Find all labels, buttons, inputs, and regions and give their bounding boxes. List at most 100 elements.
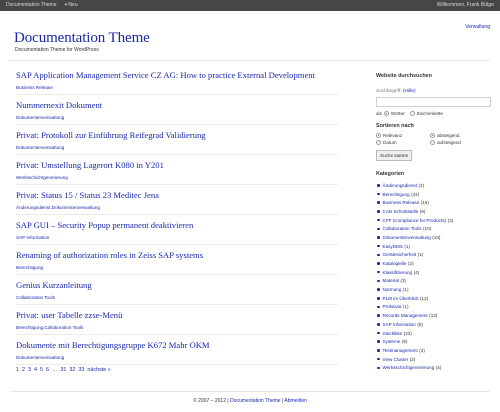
sort-desc-option: absteigend (430, 133, 484, 138)
post-divider (16, 334, 338, 335)
sort-desc-radio[interactable] (430, 133, 435, 138)
phrase-radio[interactable] (409, 111, 415, 116)
bullet-icon (377, 297, 380, 300)
post-category-link[interactable]: Werksschichtgenerierung (16, 175, 346, 180)
category-link[interactable]: Systeme (383, 339, 401, 344)
sort-date-radio[interactable] (376, 140, 381, 145)
post-category-link[interactable]: Berechtigung,Collaboration Tools (16, 325, 346, 330)
post-category-link[interactable]: Berechtigung (16, 265, 346, 270)
post-item: SAP Application Management Service CZ AG… (16, 70, 346, 100)
category-link[interactable]: Klassifizierung (383, 270, 413, 275)
category-item: Business Release (15) (376, 198, 494, 207)
sort-options: Relevanz absteigend Datum aufsteigend (376, 133, 494, 145)
category-link[interactable]: CFF (Compliance for Products) (383, 218, 447, 223)
post-item: Privat: Protokoll zur Einführung Reifegr… (16, 130, 346, 160)
category-link[interactable]: PLM im Überblick (383, 296, 419, 301)
post-category-link[interactable]: Dokumentenverwaltung (16, 115, 346, 120)
post-title-link[interactable]: SAP Application Management Service CZ AG… (16, 70, 346, 81)
sort-relevance-radio[interactable] (376, 133, 381, 138)
pagination-page-link[interactable]: 31 (60, 367, 66, 373)
category-item: Records Management (13) (376, 311, 494, 320)
bullet-icon (377, 331, 380, 335)
bullet-icon (377, 236, 380, 239)
category-item: Gerätesicherheit (1) (376, 251, 494, 260)
bullet-icon (377, 279, 380, 283)
search-submit-button[interactable]: Suche starten (376, 150, 413, 161)
post-list: SAP Application Management Service CZ AG… (16, 70, 346, 370)
post-category-link[interactable]: Änderungsdienst,Dokumentenverwaltung (16, 205, 346, 210)
post-category-link[interactable]: Collaboration Tools (16, 295, 346, 300)
post-item: Dokumente mit Berechtigungsgruppe K672 M… (16, 340, 346, 370)
category-link[interactable]: SAP Information (383, 322, 416, 327)
post-title-link[interactable]: Privat: Status 15 / Status 23 Meditec Je… (16, 190, 346, 201)
header-divider (10, 60, 490, 61)
footer-logout-link[interactable]: Abmelden (284, 398, 307, 404)
category-link[interactable]: Records Management (383, 313, 428, 318)
post-title-link[interactable]: Privat: Umstellung Lagerort K080 in Y201 (16, 160, 346, 171)
category-link[interactable]: Katalogteile (383, 261, 407, 266)
category-item: CAD Schnittstelle (9) (376, 207, 494, 216)
pagination-next-link[interactable]: nächste » (87, 367, 110, 373)
search-input[interactable] (376, 97, 491, 107)
search-heading: Website durchsuchen (376, 73, 432, 79)
post-title-link[interactable]: Privat: Protokoll zur Einführung Reifegr… (16, 130, 346, 141)
post-title-link[interactable]: Dokumente mit Berechtigungsgruppe K672 M… (16, 340, 346, 351)
category-item: Berechtigung (34) (376, 190, 494, 199)
words-radio[interactable] (383, 111, 389, 116)
pagination-page-link[interactable]: 6 (46, 367, 49, 373)
post-title-link[interactable]: Privat: user Tabelle zzse-Menü (16, 310, 346, 321)
category-link[interactable]: View Cluster (383, 357, 409, 362)
category-count: (4) (435, 365, 442, 371)
post-title-link[interactable]: Genius Kurzanleitung (16, 280, 346, 291)
plus-icon: + (64, 2, 68, 8)
nav-link-verwaltung[interactable]: Verwaltung (465, 24, 490, 30)
pagination-current: 1 (16, 367, 19, 373)
pagination-page-link[interactable]: 2 (22, 367, 25, 373)
category-link[interactable]: Collaboration Tools (383, 226, 422, 231)
pagination-page-link[interactable]: 3 (28, 367, 31, 373)
category-item: Stückliste (22) (376, 329, 494, 338)
bullet-icon (377, 349, 380, 352)
admin-bar-account[interactable]: Willkommen, Frank Bütge (437, 2, 494, 8)
post-category-link[interactable]: SAP Information (16, 235, 346, 240)
category-link[interactable]: CAD Schnittstelle (383, 209, 419, 214)
category-link[interactable]: Material (383, 278, 399, 283)
admin-bar-new-link[interactable]: +Neu (65, 2, 78, 8)
category-link[interactable]: Stückliste (383, 331, 403, 336)
admin-bar-site-link[interactable]: Documentation Theme (6, 2, 57, 8)
sort-asc-radio[interactable] (430, 140, 435, 145)
pagination-page-link[interactable]: 5 (40, 367, 43, 373)
category-link[interactable]: ProNovia (383, 304, 402, 309)
post-title-link[interactable]: Renaming of authorization roles in Zeiss… (16, 250, 346, 261)
post-title-link[interactable]: SAP GUI – Security Popup permanent deakt… (16, 220, 346, 231)
post-category-link[interactable]: Business Release (16, 85, 346, 90)
category-link[interactable]: Berechtigung (383, 192, 410, 197)
pagination-page-link[interactable]: 32 (69, 367, 75, 373)
category-link[interactable]: Werksschichtgenerierung (383, 365, 435, 370)
category-link[interactable]: Testmanagement (383, 348, 418, 353)
category-link[interactable]: EasyDMS (383, 244, 403, 249)
pagination: 1 2 3 4 5 6… 31 32 33 nächste » (16, 367, 111, 373)
category-item: Katalogteile (2) (376, 259, 494, 268)
post-category-link[interactable]: Dokumentenverwaltung (16, 145, 346, 150)
category-link[interactable]: Gerätesicherheit (383, 252, 417, 257)
footer-theme-link[interactable]: Documentation Theme (230, 398, 281, 404)
site-title[interactable]: Documentation Theme (14, 30, 150, 47)
category-link[interactable]: Änderungsdienst (383, 183, 417, 188)
pagination-page-link[interactable]: 33 (78, 367, 84, 373)
category-link[interactable]: Dokumentenverwaltung (383, 235, 431, 240)
post-divider (16, 244, 338, 245)
category-link[interactable]: Business Release (383, 200, 420, 205)
footer: © 2007 – 2012 | Documentation Theme | Ab… (0, 398, 500, 404)
category-item: Systeme (8) (376, 337, 494, 346)
footer-divider (10, 391, 490, 392)
category-count: (9) (419, 208, 426, 214)
bullet-icon (377, 357, 380, 361)
phrase-label: Zeichenkette (416, 111, 443, 116)
post-title-link[interactable]: Nummernexit Dokument (16, 100, 346, 111)
pagination-page-link[interactable]: 4 (34, 367, 37, 373)
category-item: Werksschichtgenerierung (4) (376, 363, 494, 372)
category-link[interactable]: Normung (383, 287, 402, 292)
search-help-link[interactable]: (Hilfe) (403, 89, 416, 94)
post-category-link[interactable]: Dokumentenverwaltung (16, 355, 346, 360)
